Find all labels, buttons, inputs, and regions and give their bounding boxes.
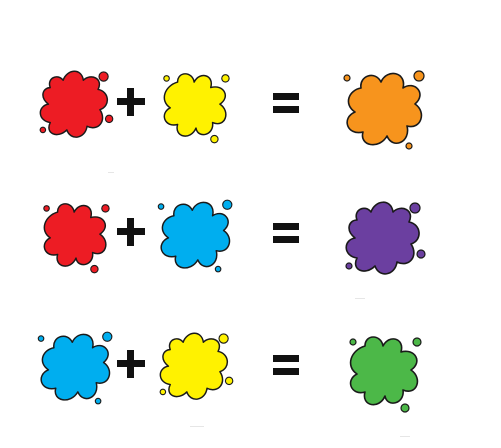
divider (355, 298, 365, 299)
divider (190, 426, 204, 427)
paint-splat-purple (335, 190, 435, 290)
equals-icon (265, 344, 305, 384)
equation-row-1 (0, 60, 501, 170)
equals-icon (265, 212, 305, 252)
plus-icon (111, 212, 151, 252)
plus-icon (111, 82, 151, 122)
paint-splat-blue (30, 322, 122, 414)
paint-splat-orange (335, 60, 435, 160)
equation-row-3 (0, 322, 501, 432)
paint-splat-yellow (150, 60, 242, 152)
equation-row-2 (0, 190, 501, 300)
paint-splat-red (30, 190, 122, 282)
equals-icon (265, 82, 305, 122)
color-mixing-worksheet (0, 0, 501, 448)
paint-splat-blue (150, 190, 242, 282)
divider (400, 436, 410, 437)
paint-splat-green (335, 322, 435, 422)
paint-splat-red (30, 60, 122, 152)
divider (108, 172, 114, 173)
plus-icon (111, 344, 151, 384)
paint-splat-yellow (150, 322, 242, 414)
